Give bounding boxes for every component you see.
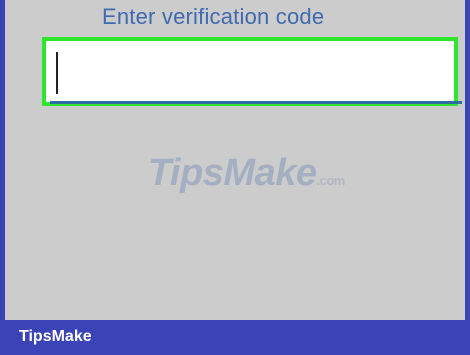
watermark-logo: TipsMake.com [148,152,345,195]
watermark-name: TipsMake [148,152,317,194]
footer-brand: TipsMake [19,328,92,345]
verification-prompt: Enter verification code [102,4,325,29]
watermark-suffix: .com [316,173,345,188]
input-underline [50,101,462,104]
footer-bar: TipsMake [0,320,470,355]
verification-code-input[interactable] [46,41,458,104]
text-cursor [56,52,58,94]
phone-screen: Enter verification code TipsMake.com [5,0,465,320]
verification-code-highlight [42,37,462,106]
